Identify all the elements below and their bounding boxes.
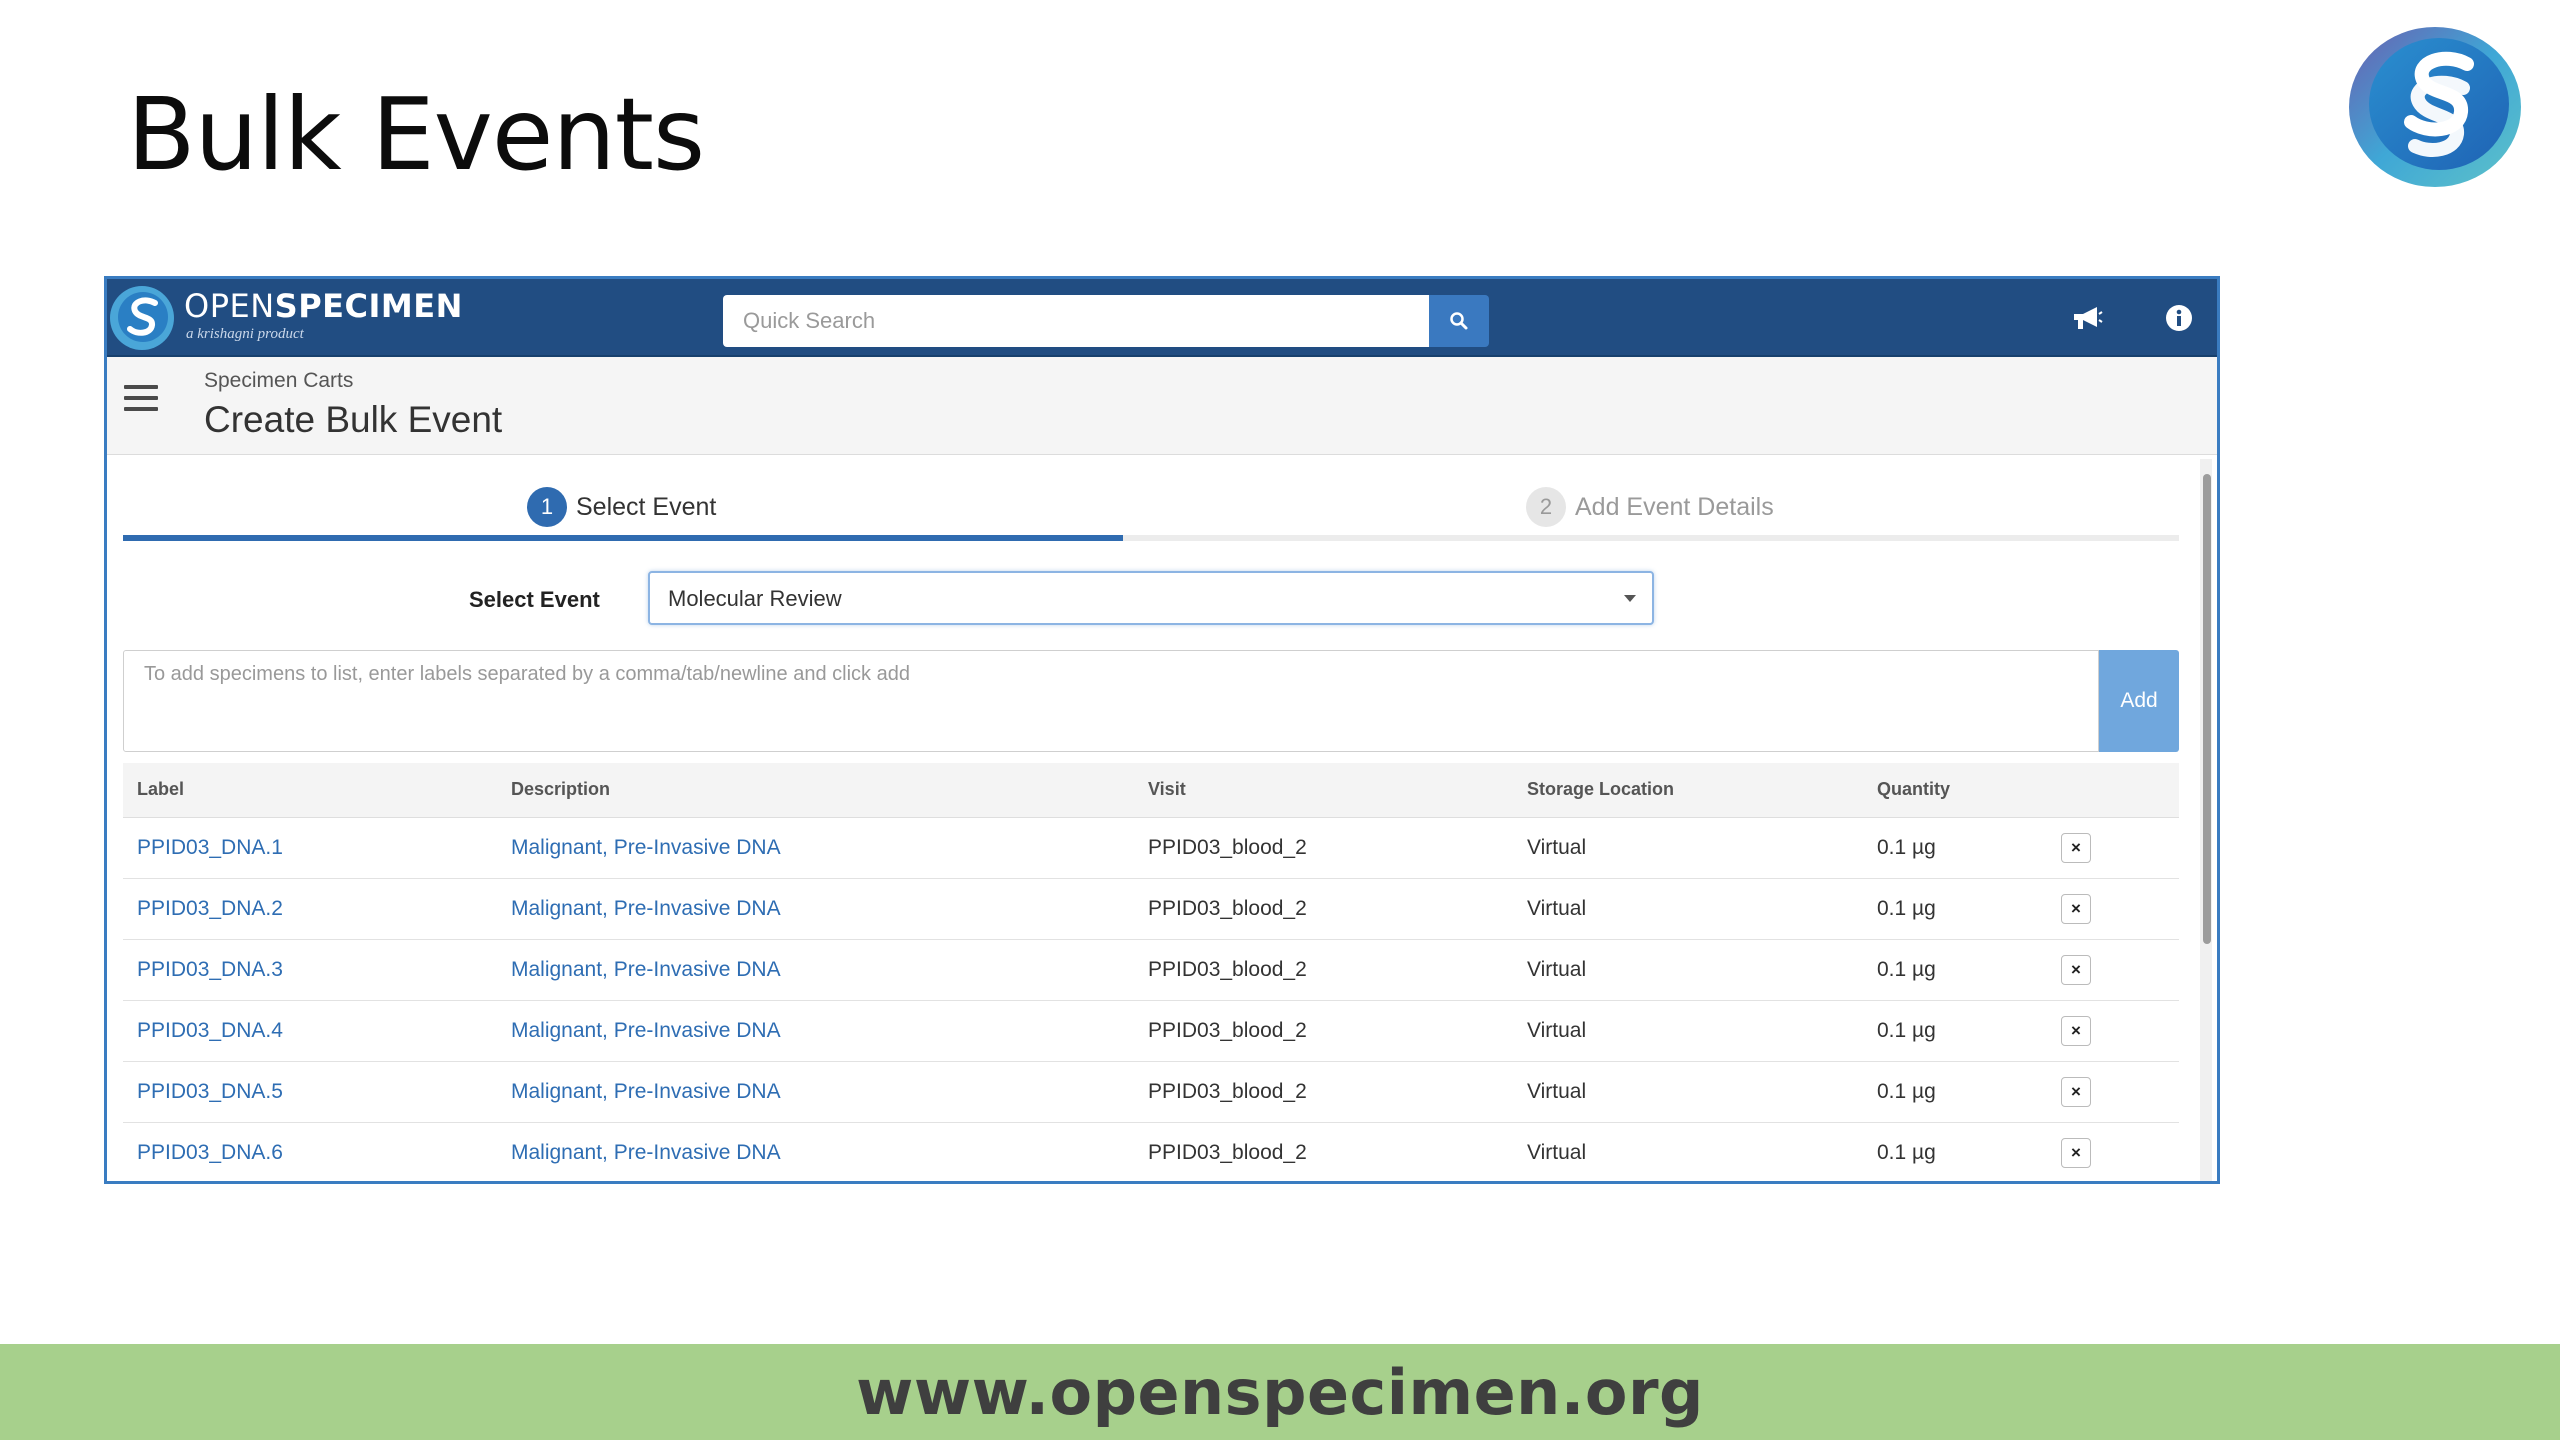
search-icon bbox=[1450, 312, 1468, 330]
specimen-description-link[interactable]: Malignant, Pre-Invasive DNA bbox=[497, 939, 1134, 1001]
megaphone-icon bbox=[2074, 307, 2103, 329]
step-label: Add Event Details bbox=[1575, 492, 1774, 521]
specimen-description-link[interactable]: Malignant, Pre-Invasive DNA bbox=[497, 1122, 1134, 1181]
table-row: PPID03_DNA.3 Malignant, Pre-Invasive DNA… bbox=[123, 939, 2179, 1001]
step-number: 1 bbox=[527, 487, 567, 527]
specimen-visit: PPID03_blood_2 bbox=[1134, 1000, 1513, 1062]
specimen-label-link[interactable]: PPID03_DNA.4 bbox=[123, 1000, 497, 1062]
close-icon: × bbox=[2071, 1142, 2081, 1162]
table-row: PPID03_DNA.5 Malignant, Pre-Invasive DNA… bbox=[123, 1061, 2179, 1123]
remove-row-button[interactable]: × bbox=[2061, 893, 2091, 924]
specimen-visit: PPID03_blood_2 bbox=[1134, 878, 1513, 940]
wizard-progress-active bbox=[123, 535, 1123, 541]
column-header-actions bbox=[2047, 763, 2179, 818]
column-header-visit: Visit bbox=[1134, 763, 1513, 818]
chevron-down-icon bbox=[1624, 595, 1636, 602]
scrollbar-thumb[interactable] bbox=[2203, 474, 2211, 944]
select-event-dropdown[interactable]: Molecular Review bbox=[648, 571, 1654, 625]
app-window: OPENSPECIMEN a krishagni product Quick S… bbox=[104, 276, 2220, 1184]
specimen-label-link[interactable]: PPID03_DNA.5 bbox=[123, 1061, 497, 1123]
brand-name: OPENSPECIMEN bbox=[184, 287, 463, 325]
specimen-storage-location: Virtual bbox=[1513, 1061, 1863, 1123]
specimen-labels-input[interactable] bbox=[123, 650, 2099, 752]
close-icon: × bbox=[2071, 1081, 2081, 1101]
remove-row-button[interactable]: × bbox=[2061, 1076, 2091, 1107]
quick-search bbox=[723, 295, 1499, 347]
wizard-step-add-event-details[interactable]: 2 Add Event Details bbox=[1526, 487, 1774, 527]
specimen-storage-location: Virtual bbox=[1513, 878, 1863, 940]
close-icon: × bbox=[2071, 959, 2081, 979]
close-icon: × bbox=[2071, 1020, 2081, 1040]
specimen-quantity: 0.1 µg bbox=[1863, 1122, 2047, 1181]
quick-search-input[interactable] bbox=[723, 295, 1429, 347]
specimen-storage-location: Virtual bbox=[1513, 1122, 1863, 1181]
slide-title: Bulk Events bbox=[127, 76, 705, 193]
specimen-visit: PPID03_blood_2 bbox=[1134, 939, 1513, 1001]
select-event-label: Select Event bbox=[469, 587, 600, 612]
column-header-quantity: Quantity bbox=[1863, 763, 2047, 818]
close-icon: × bbox=[2071, 898, 2081, 918]
announcements-button[interactable] bbox=[2070, 301, 2104, 335]
page-title: Create Bulk Event bbox=[204, 399, 503, 440]
specimen-quantity: 0.1 µg bbox=[1863, 1000, 2047, 1062]
openspecimen-logo-icon bbox=[2349, 27, 2521, 187]
specimen-quantity: 0.1 µg bbox=[1863, 939, 2047, 1001]
footer-band: www.openspecimen.org bbox=[0, 1344, 2560, 1440]
close-icon: × bbox=[2071, 837, 2081, 857]
specimen-storage-location: Virtual bbox=[1513, 1000, 1863, 1062]
remove-row-button[interactable]: × bbox=[2061, 832, 2091, 863]
footer-url: www.openspecimen.org bbox=[856, 1355, 1704, 1429]
remove-row-button[interactable]: × bbox=[2061, 1137, 2091, 1168]
step-number: 2 bbox=[1526, 487, 1566, 527]
specimen-visit: PPID03_blood_2 bbox=[1134, 817, 1513, 879]
specimen-storage-location: Virtual bbox=[1513, 939, 1863, 1001]
table-row: PPID03_DNA.4 Malignant, Pre-Invasive DNA… bbox=[123, 1000, 2179, 1062]
remove-row-button[interactable]: × bbox=[2061, 1015, 2091, 1046]
specimen-quantity: 0.1 µg bbox=[1863, 817, 2047, 879]
column-header-label: Label bbox=[123, 763, 497, 818]
table-row: PPID03_DNA.1 Malignant, Pre-Invasive DNA… bbox=[123, 817, 2179, 879]
select-event-value: Molecular Review bbox=[668, 586, 842, 611]
step-label: Select Event bbox=[576, 492, 717, 521]
table-row: PPID03_DNA.2 Malignant, Pre-Invasive DNA… bbox=[123, 878, 2179, 940]
info-icon bbox=[2166, 305, 2192, 331]
specimen-visit: PPID03_blood_2 bbox=[1134, 1061, 1513, 1123]
specimen-quantity: 0.1 µg bbox=[1863, 878, 2047, 940]
table-header-row: Label Description Visit Storage Location… bbox=[123, 763, 2179, 818]
search-button[interactable] bbox=[1429, 295, 1489, 347]
brand-name-open: OPEN bbox=[184, 287, 275, 325]
specimen-description-link[interactable]: Malignant, Pre-Invasive DNA bbox=[497, 1000, 1134, 1062]
openspecimen-logo-icon[interactable] bbox=[107, 283, 177, 353]
specimen-label-link[interactable]: PPID03_DNA.2 bbox=[123, 878, 497, 940]
table-row: PPID03_DNA.6 Malignant, Pre-Invasive DNA… bbox=[123, 1122, 2179, 1181]
specimen-description-link[interactable]: Malignant, Pre-Invasive DNA bbox=[497, 878, 1134, 940]
specimen-storage-location: Virtual bbox=[1513, 817, 1863, 879]
top-navbar: OPENSPECIMEN a krishagni product bbox=[107, 279, 2217, 357]
column-header-storage-location: Storage Location bbox=[1513, 763, 1863, 818]
specimen-description-link[interactable]: Malignant, Pre-Invasive DNA bbox=[497, 1061, 1134, 1123]
specimens-table: Label Description Visit Storage Location… bbox=[123, 763, 2179, 1181]
specimen-description-link[interactable]: Malignant, Pre-Invasive DNA bbox=[497, 817, 1134, 879]
specimen-label-link[interactable]: PPID03_DNA.6 bbox=[123, 1122, 497, 1181]
specimen-quantity: 0.1 µg bbox=[1863, 1061, 2047, 1123]
specimen-visit: PPID03_blood_2 bbox=[1134, 1122, 1513, 1181]
breadcrumb[interactable]: Specimen Carts bbox=[204, 369, 353, 393]
specimen-label-link[interactable]: PPID03_DNA.1 bbox=[123, 817, 497, 879]
wizard-step-select-event[interactable]: 1 Select Event bbox=[527, 487, 716, 527]
remove-row-button[interactable]: × bbox=[2061, 954, 2091, 985]
brand-tagline: a krishagni product bbox=[186, 326, 304, 342]
specimen-label-link[interactable]: PPID03_DNA.3 bbox=[123, 939, 497, 1001]
add-button[interactable]: Add bbox=[2099, 650, 2179, 752]
info-button[interactable] bbox=[2162, 301, 2196, 335]
column-header-description: Description bbox=[497, 763, 1134, 818]
hamburger-menu-icon[interactable] bbox=[124, 385, 158, 415]
brand-name-specimen: SPECIMEN bbox=[274, 287, 463, 325]
